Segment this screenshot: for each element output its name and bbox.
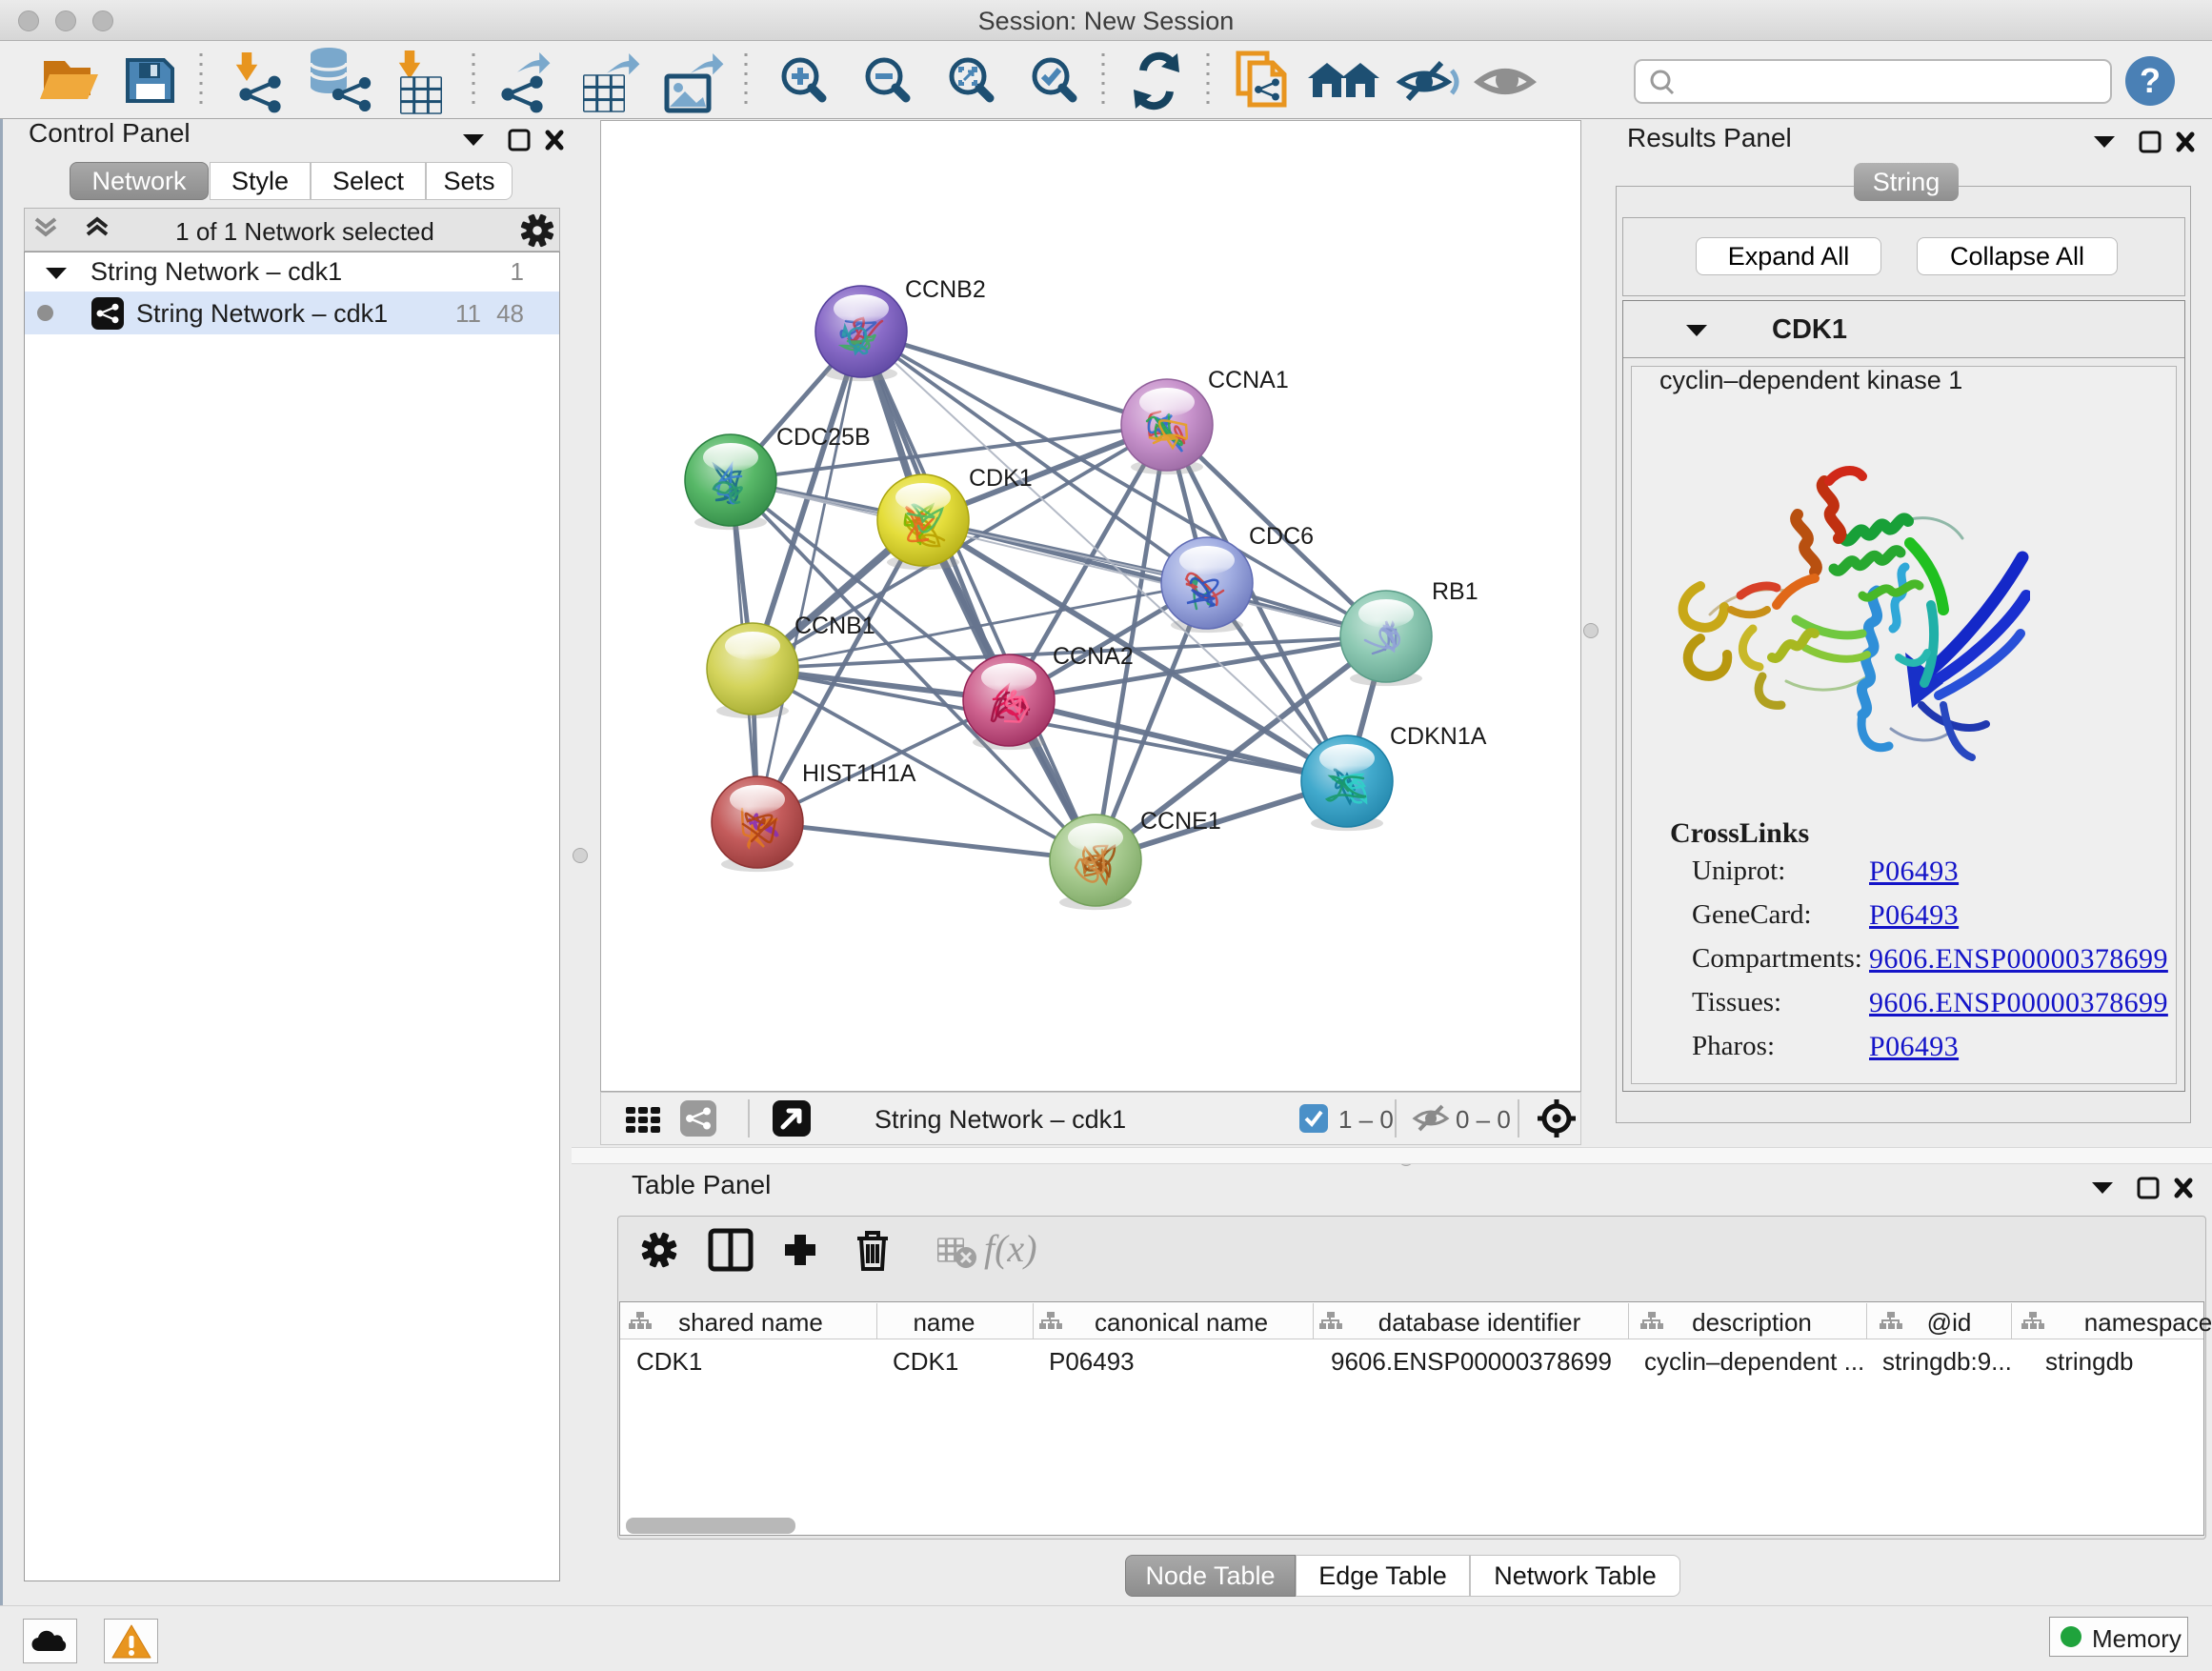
svg-text:CCNE1: CCNE1 (1140, 808, 1221, 835)
svg-text:CDC6: CDC6 (1249, 523, 1314, 550)
svg-text:CDC25B: CDC25B (776, 424, 871, 451)
svg-text:CCNB1: CCNB1 (794, 613, 875, 639)
svg-text:?: ? (2140, 61, 2161, 100)
svg-text:CCNB2: CCNB2 (905, 276, 986, 303)
svg-text:String Network – cdk1: String Network – cdk1 (875, 1105, 1126, 1134)
svg-text:CDK1: CDK1 (969, 465, 1033, 492)
svg-text:HIST1H1A: HIST1H1A (802, 760, 916, 787)
svg-text:1 – 0: 1 – 0 (1338, 1105, 1394, 1134)
svg-text:CCNA2: CCNA2 (1053, 643, 1134, 670)
svg-text:CCNA1: CCNA1 (1208, 367, 1289, 393)
svg-text:0 – 0: 0 – 0 (1456, 1105, 1511, 1134)
svg-text:f(x): f(x) (984, 1227, 1037, 1270)
svg-text:RB1: RB1 (1432, 578, 1478, 605)
svg-text:CDKN1A: CDKN1A (1390, 723, 1487, 750)
